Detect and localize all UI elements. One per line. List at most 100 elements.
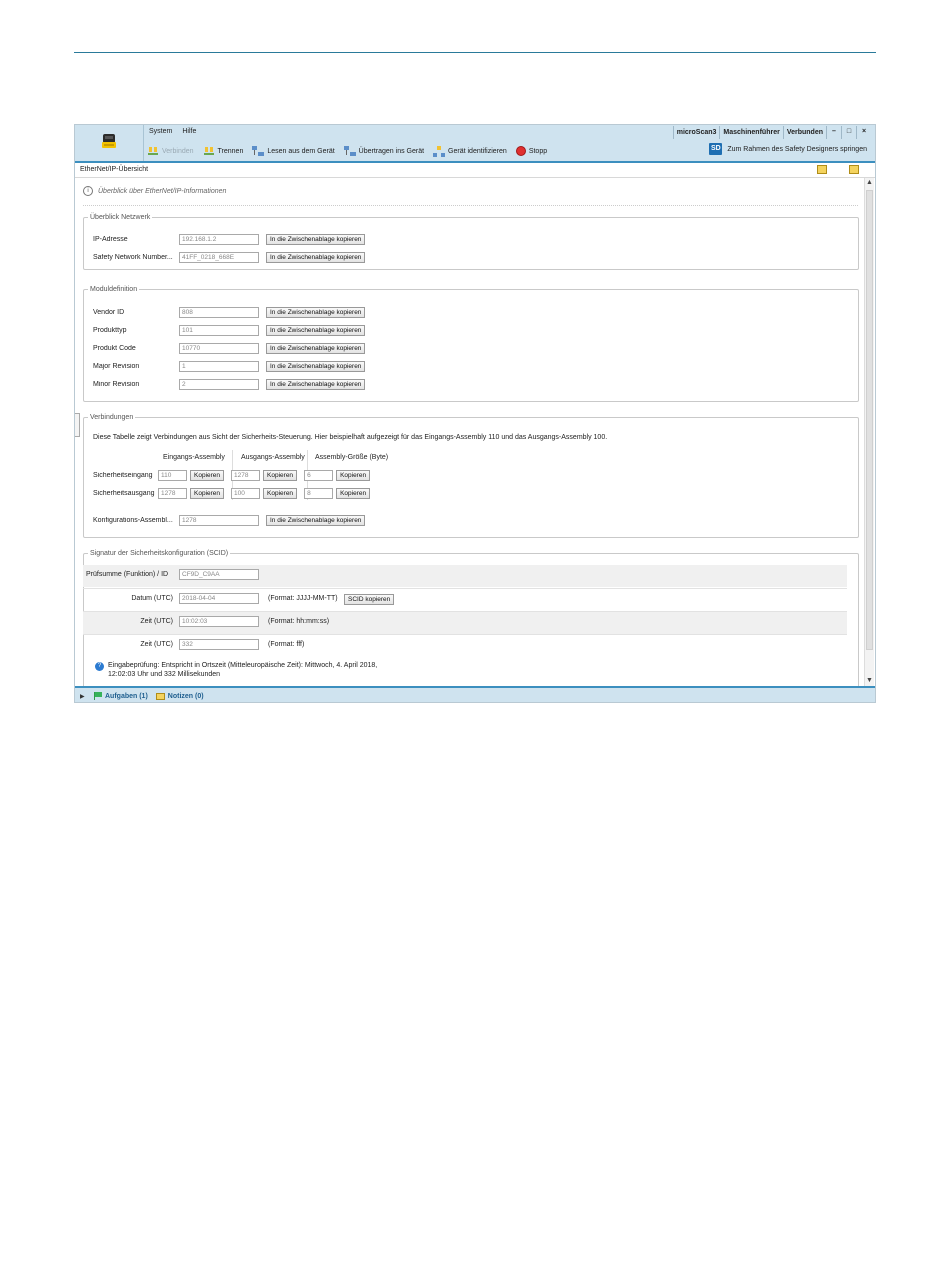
scroll-down-icon[interactable]: ▼ bbox=[865, 676, 874, 686]
copy-input-2-button[interactable]: Kopieren bbox=[190, 487, 225, 499]
copy-major-revision-button[interactable]: In die Zwischenablage kopieren bbox=[266, 360, 366, 372]
device-name-label: microScan3 bbox=[672, 126, 720, 139]
scroll-up-icon[interactable]: ▲ bbox=[865, 178, 874, 188]
input-check-message: ? Eingabeprüfung: Entspricht in Ortszeit… bbox=[95, 661, 377, 679]
time-label: Zeit (UTC) bbox=[140, 618, 173, 625]
date-label: Datum (UTC) bbox=[131, 595, 173, 602]
info-banner: i Überblick über EtherNet/IP-Information… bbox=[83, 186, 226, 196]
milliseconds-field[interactable]: 332 bbox=[179, 639, 259, 650]
safety-output-input-field[interactable]: 1278 bbox=[158, 487, 187, 499]
safety-input-output-field[interactable]: 1278 bbox=[231, 469, 261, 481]
safety-network-number-field[interactable]: 41FF_0218_668E bbox=[179, 251, 259, 263]
copy-snn-button[interactable]: In die Zwischenablage kopieren bbox=[266, 251, 366, 263]
connection-status-label: Verbunden bbox=[782, 126, 826, 139]
minor-revision-label: Minor Revision bbox=[93, 380, 140, 388]
time-field[interactable]: 10:02:03 bbox=[179, 616, 259, 627]
disconnect-button[interactable]: Trennen bbox=[202, 145, 243, 157]
major-revision-label: Major Revision bbox=[93, 362, 140, 370]
copy-minor-revision-button[interactable]: In die Zwischenablage kopieren bbox=[266, 378, 366, 390]
time-row: Zeit (UTC) 10:02:03 (Format: hh:mm:ss) bbox=[83, 611, 847, 634]
jump-to-safety-designer-button[interactable]: SD Zum Rahmen des Safety Designers sprin… bbox=[709, 143, 867, 155]
copy-product-code-button[interactable]: In die Zwischenablage kopieren bbox=[266, 342, 366, 354]
ip-address-label: IP-Adresse bbox=[93, 235, 128, 243]
expand-panel-icon[interactable]: ▶ bbox=[80, 693, 86, 700]
major-revision-field[interactable]: 1 bbox=[179, 360, 259, 372]
notes-label: Notizen (0) bbox=[167, 692, 204, 700]
menu-bar: System Hilfe bbox=[149, 128, 196, 138]
device-logo-area bbox=[75, 125, 144, 161]
page-title: EtherNet/IP-Übersicht bbox=[80, 166, 149, 173]
user-role-label[interactable]: Maschinenführer bbox=[719, 126, 782, 139]
connect-button[interactable]: Verbinden bbox=[147, 145, 194, 157]
read-from-device-button[interactable]: Lesen aus dem Gerät bbox=[252, 145, 335, 157]
copy-size-1-button[interactable]: Kopieren bbox=[336, 469, 371, 481]
application-window: System Hilfe microScan3 Maschinenführer … bbox=[74, 124, 876, 703]
ip-address-field[interactable]: 192.168.1.2 bbox=[179, 233, 259, 245]
scid-legend: Signatur der Sicherheitskonfiguration (S… bbox=[90, 550, 229, 557]
config-assembly-field[interactable]: 1278 bbox=[179, 514, 259, 526]
safety-output-size-field[interactable]: 8 bbox=[304, 487, 334, 499]
menu-system[interactable]: System bbox=[149, 128, 172, 138]
connect-icon bbox=[147, 145, 159, 157]
copy-scid-button[interactable]: SCID kopieren bbox=[344, 594, 395, 605]
transfer-to-device-button[interactable]: Übertragen ins Gerät bbox=[343, 145, 424, 157]
stop-button[interactable]: Stopp bbox=[515, 146, 548, 156]
product-code-field[interactable]: 10770 bbox=[179, 342, 259, 354]
export-note-icon[interactable] bbox=[817, 165, 827, 174]
maximize-icon[interactable]: □ bbox=[841, 126, 856, 139]
checksum-field[interactable]: CF9D_C9AA bbox=[179, 569, 259, 580]
copy-vendor-id-button[interactable]: In die Zwischenablage kopieren bbox=[266, 306, 366, 318]
milliseconds-format-hint: (Format: fff) bbox=[268, 641, 305, 648]
ip-address-row: IP-Adresse 192.168.1.2 In die Zwischenab… bbox=[93, 233, 366, 245]
main-content: i Überblick über EtherNet/IP-Information… bbox=[75, 178, 865, 686]
input-check-line-1: Eingabeprüfung: Entspricht in Ortszeit (… bbox=[108, 662, 378, 669]
notes-tab[interactable]: Notizen (0) bbox=[155, 692, 204, 700]
add-note-icon[interactable] bbox=[849, 165, 859, 174]
time-format-hint: (Format: hh:mm:ss) bbox=[268, 618, 330, 625]
copy-input-1-button[interactable]: Kopieren bbox=[190, 469, 225, 481]
checksum-row: Prüfsumme (Funktion) / ID CF9D_C9AA bbox=[83, 565, 847, 587]
note-icon bbox=[155, 692, 165, 700]
vendor-id-label: Vendor ID bbox=[93, 308, 125, 316]
identify-device-icon bbox=[433, 145, 446, 157]
safety-input-row: Sicherheitseingang 110 Kopieren 1278 Kop… bbox=[93, 469, 371, 481]
tasks-tab[interactable]: Aufgaben (1) bbox=[94, 692, 148, 700]
input-check-line-2: 12:02:03 Uhr und 332 Millisekunden bbox=[108, 671, 221, 678]
safety-network-number-label: Safety Network Number... bbox=[93, 253, 173, 261]
vertical-scrollbar[interactable]: ▲ ▼ bbox=[864, 178, 874, 686]
minor-revision-field[interactable]: 2 bbox=[179, 378, 259, 390]
date-field[interactable]: 2018-04-04 bbox=[179, 593, 259, 604]
copy-output-2-button[interactable]: Kopieren bbox=[263, 487, 298, 499]
toolbar: Verbinden Trennen Lesen aus dem Gerät Üb… bbox=[147, 143, 547, 159]
vendor-id-row: Vendor ID 808 In die Zwischenablage kopi… bbox=[93, 306, 366, 318]
minimize-icon[interactable]: – bbox=[826, 126, 841, 139]
copy-size-2-button[interactable]: Kopieren bbox=[336, 487, 371, 499]
title-toolbar-bar: System Hilfe microScan3 Maschinenführer … bbox=[75, 125, 875, 163]
copy-output-1-button[interactable]: Kopieren bbox=[263, 469, 298, 481]
safety-output-output-field[interactable]: 100 bbox=[231, 487, 261, 499]
close-icon[interactable]: × bbox=[856, 126, 871, 139]
flag-icon bbox=[94, 692, 102, 700]
transfer-device-icon bbox=[343, 145, 356, 157]
copy-ip-button[interactable]: In die Zwischenablage kopieren bbox=[266, 233, 366, 245]
assembly-size-header: Assembly-Größe (Byte) bbox=[315, 454, 389, 461]
network-legend: Überblick Netzwerk bbox=[90, 214, 151, 221]
stop-label: Stopp bbox=[528, 147, 548, 155]
input-assembly-header: Eingangs-Assembly bbox=[163, 454, 225, 461]
identify-label: Gerät identifizieren bbox=[448, 147, 507, 155]
connections-description: Diese Tabelle zeigt Verbindungen aus Sic… bbox=[93, 434, 608, 441]
safety-input-size-field[interactable]: 6 bbox=[304, 469, 334, 481]
copy-product-type-button[interactable]: In die Zwischenablage kopieren bbox=[266, 324, 366, 336]
identify-device-button[interactable]: Gerät identifizieren bbox=[433, 145, 507, 157]
scrollbar-thumb[interactable] bbox=[866, 190, 873, 650]
product-type-field[interactable]: 101 bbox=[179, 324, 259, 336]
minor-revision-row: Minor Revision 2 In die Zwischenablage k… bbox=[93, 378, 366, 390]
menu-help[interactable]: Hilfe bbox=[182, 128, 196, 138]
date-format-hint: (Format: JJJJ-MM-TT) bbox=[268, 595, 338, 602]
product-code-label: Produkt Code bbox=[93, 344, 136, 352]
copy-config-assembly-button[interactable]: In die Zwischenablage kopieren bbox=[266, 514, 366, 526]
page-top-rule bbox=[74, 52, 876, 53]
vendor-id-field[interactable]: 808 bbox=[179, 306, 259, 318]
module-legend: Moduldefinition bbox=[90, 286, 138, 293]
safety-input-input-field[interactable]: 110 bbox=[158, 469, 187, 481]
